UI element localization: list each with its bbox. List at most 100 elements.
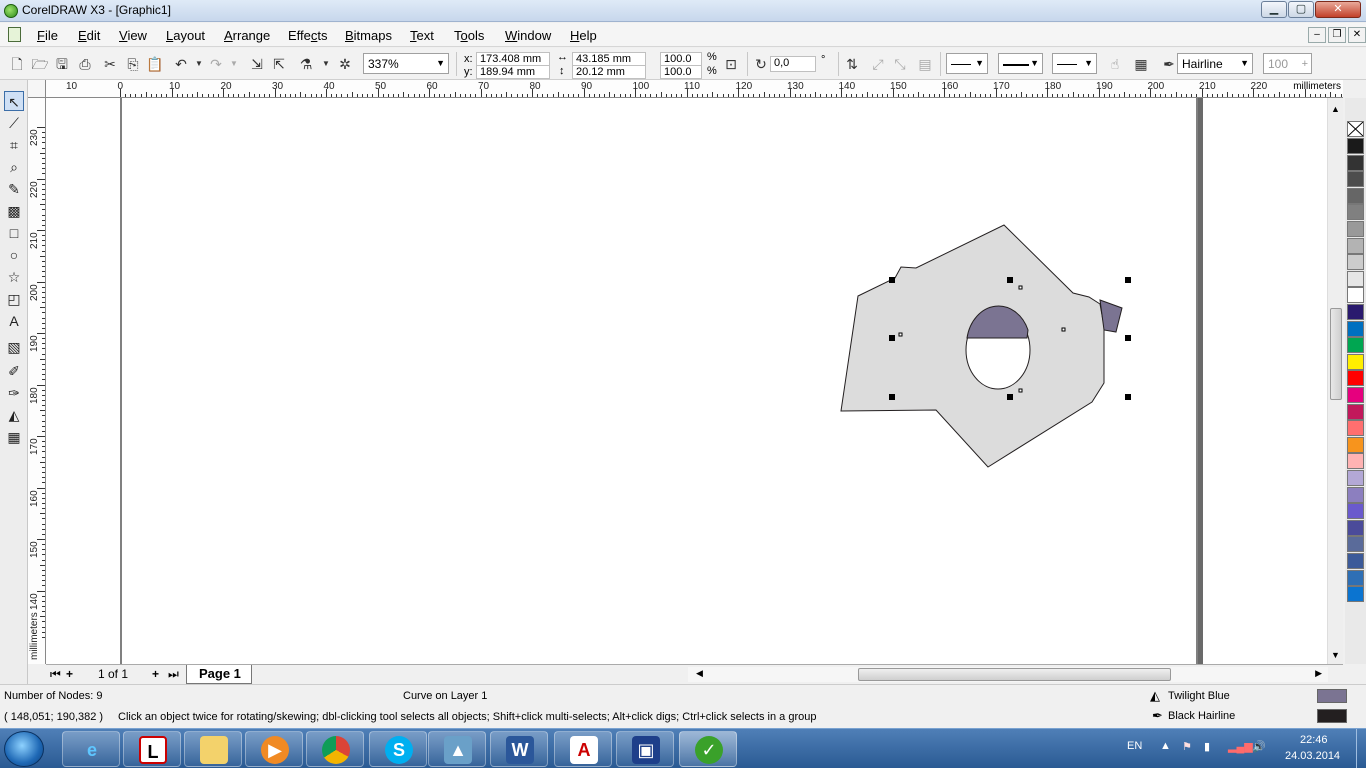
- outline-style-select[interactable]: ▼: [998, 53, 1043, 74]
- start-button[interactable]: [4, 731, 44, 767]
- outline-color-swatch[interactable]: [1317, 709, 1347, 723]
- doc-close-button[interactable]: ✕: [1348, 27, 1366, 43]
- launcher-dropdown-icon[interactable]: ▼: [317, 55, 335, 73]
- add-page-before-icon[interactable]: +: [66, 667, 73, 681]
- palette-swatch[interactable]: [1347, 171, 1364, 188]
- palette-swatch[interactable]: [1347, 270, 1364, 287]
- palette-swatch[interactable]: [1347, 138, 1364, 154]
- smart-fill-tool-icon[interactable]: ▩: [4, 201, 24, 221]
- show-desktop-button[interactable]: [1356, 729, 1366, 768]
- horizontal-scrollbar[interactable]: ◀ ▶: [688, 667, 1328, 682]
- undo-icon[interactable]: ↶: [172, 55, 190, 73]
- menu-effects[interactable]: Effects: [288, 28, 328, 43]
- show-hidden-icons-icon[interactable]: ▲: [1160, 740, 1171, 752]
- palette-swatch[interactable]: [1347, 287, 1364, 304]
- eyedropper-tool-icon[interactable]: ✐: [4, 361, 24, 381]
- outline-pen-icon[interactable]: ✒: [1160, 55, 1178, 73]
- taskbar-chrome[interactable]: [306, 731, 364, 767]
- clock-time[interactable]: 22:46: [1300, 734, 1328, 746]
- freehand-tool-icon[interactable]: ✎: [4, 179, 24, 199]
- palette-swatch[interactable]: [1347, 221, 1364, 237]
- undo-dropdown-icon[interactable]: ▼: [190, 55, 208, 73]
- palette-swatch[interactable]: [1347, 569, 1364, 586]
- taskbar-image-viewer[interactable]: ▲: [428, 731, 486, 767]
- scroll-up-icon[interactable]: ▲: [1331, 104, 1340, 114]
- fill-tool-icon[interactable]: ◭: [4, 405, 24, 425]
- text-wrap-icon[interactable]: ▦: [1132, 55, 1150, 73]
- palette-swatch[interactable]: [1347, 237, 1364, 254]
- palette-swatch[interactable]: [1347, 436, 1364, 453]
- break-apart-icon[interactable]: ☝: [1106, 55, 1124, 73]
- line-node-icon[interactable]: ⤡: [891, 55, 909, 73]
- palette-swatch[interactable]: [1347, 387, 1364, 403]
- coreldraw-app-icon[interactable]: [4, 4, 18, 18]
- menu-edit[interactable]: Edit: [78, 28, 100, 43]
- pick-tool-icon[interactable]: ↖: [4, 91, 24, 111]
- outline-width-select[interactable]: Hairline ▼: [1177, 53, 1253, 74]
- menu-layout[interactable]: Layout: [166, 28, 205, 43]
- doc-minimize-button[interactable]: –: [1308, 27, 1326, 43]
- menu-window[interactable]: Window: [505, 28, 551, 43]
- polygon-tool-icon[interactable]: ☆: [4, 267, 24, 287]
- taskbar-acrobat[interactable]: A: [554, 731, 612, 767]
- scale-x-field[interactable]: 100.0: [660, 52, 702, 66]
- export-icon[interactable]: ⇱: [270, 55, 288, 73]
- convert-to-curve-icon[interactable]: ⤢: [869, 55, 887, 73]
- save-icon[interactable]: 🖫: [53, 55, 71, 73]
- palette-swatch[interactable]: [1347, 586, 1364, 603]
- end-arrowhead-select[interactable]: ▼: [1052, 53, 1097, 74]
- scale-y-field[interactable]: 100.0: [660, 65, 702, 79]
- rotation-angle-field[interactable]: 0,0: [770, 56, 816, 72]
- document-icon[interactable]: [8, 27, 21, 42]
- taskbar-word[interactable]: W: [490, 731, 548, 767]
- print-icon[interactable]: ⎙: [76, 55, 94, 73]
- doc-restore-button[interactable]: ❐: [1328, 27, 1346, 43]
- palette-swatch[interactable]: [1347, 320, 1364, 337]
- palette-swatch[interactable]: [1347, 536, 1364, 553]
- taskbar-internet-explorer[interactable]: e: [62, 731, 120, 767]
- maximize-button[interactable]: ▢: [1288, 1, 1314, 18]
- outline-tool-icon[interactable]: ✑: [4, 383, 24, 403]
- palette-swatch[interactable]: [1347, 353, 1364, 370]
- redo-dropdown-icon[interactable]: ▼: [225, 55, 243, 73]
- signal-icon[interactable]: ▂▄▆: [1228, 740, 1253, 753]
- paste-icon[interactable]: 📋: [146, 55, 164, 73]
- taskbar-media-player[interactable]: ▶: [245, 731, 303, 767]
- menu-arrange[interactable]: Arrange: [224, 28, 270, 43]
- open-icon[interactable]: 🗁: [31, 55, 49, 73]
- palette-swatch[interactable]: [1347, 486, 1364, 503]
- copy-icon[interactable]: ⎘: [124, 55, 142, 73]
- palette-swatch[interactable]: [1347, 370, 1364, 387]
- drawing-canvas[interactable]: [46, 98, 1327, 664]
- zoom-level-select[interactable]: 337% ▼: [363, 53, 449, 74]
- palette-swatch[interactable]: [1347, 519, 1364, 536]
- x-position-field[interactable]: 173.408 mm: [476, 52, 550, 66]
- redo-icon[interactable]: ↷: [207, 55, 225, 73]
- taskbar-app-l[interactable]: L: [123, 731, 181, 767]
- fill-color-swatch[interactable]: [1317, 689, 1347, 703]
- palette-swatch[interactable]: [1347, 470, 1364, 486]
- wrap-text-icon[interactable]: ▤: [916, 55, 934, 73]
- menu-help[interactable]: Help: [570, 28, 597, 43]
- palette-swatch[interactable]: [1347, 503, 1364, 520]
- volume-icon[interactable]: 🔊: [1252, 740, 1266, 753]
- twilight-blue-shape[interactable]: [1099, 299, 1123, 333]
- ellipse-tool-icon[interactable]: ○: [4, 245, 24, 265]
- last-page-icon[interactable]: ⏭: [168, 667, 179, 682]
- menu-text[interactable]: Text: [410, 28, 434, 43]
- close-button[interactable]: ✕: [1315, 1, 1361, 18]
- scroll-right-icon[interactable]: ▶: [1315, 668, 1322, 679]
- horizontal-scroll-thumb[interactable]: [858, 668, 1171, 681]
- interactive-blend-tool-icon[interactable]: ▧: [4, 337, 24, 357]
- palette-swatch[interactable]: [1347, 204, 1364, 221]
- palette-swatch[interactable]: [1347, 304, 1364, 320]
- interactive-fill-tool-icon[interactable]: ▦: [4, 427, 24, 447]
- menu-bitmaps[interactable]: Bitmaps: [345, 28, 392, 43]
- palette-swatch[interactable]: [1347, 453, 1364, 470]
- cut-icon[interactable]: ✂: [101, 55, 119, 73]
- add-page-after-icon[interactable]: +: [152, 667, 159, 681]
- application-launcher-icon[interactable]: ⚗: [297, 55, 315, 73]
- menu-file[interactable]: File: [37, 28, 58, 43]
- palette-swatch[interactable]: [1347, 187, 1364, 204]
- first-page-icon[interactable]: ⏮: [50, 667, 61, 682]
